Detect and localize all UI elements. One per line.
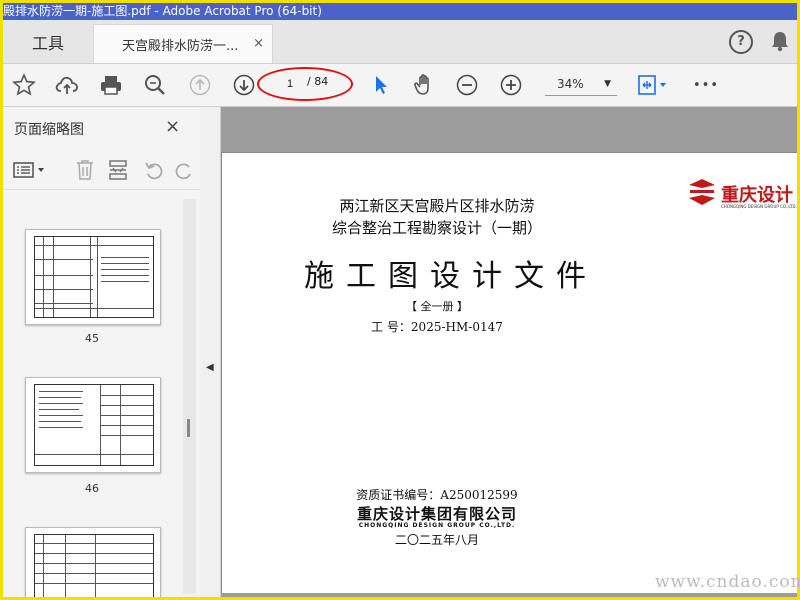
project-title-line1: 两江新区天宫殿片区排水防涝 — [339, 197, 535, 215]
thumbnail-sidebar: 页面缩略图 × 45 46 — [3, 107, 201, 597]
zoom-level-select[interactable]: 34% ▼ — [545, 72, 617, 96]
fit-page-icon[interactable] — [635, 72, 671, 98]
tab-document-label: 天宫殿排水防涝一... — [122, 38, 239, 54]
thumbnail-options-icon[interactable] — [13, 160, 49, 184]
close-tab-icon[interactable]: × — [253, 36, 264, 51]
project-number: 工 号：2025-HM-0147 — [371, 320, 503, 334]
tab-document[interactable]: 天宫殿排水防涝一... × — [93, 24, 273, 63]
chevron-left-icon: ◀ — [206, 362, 214, 373]
bell-icon[interactable] — [770, 30, 790, 56]
print-icon[interactable] — [98, 72, 124, 98]
rotate-clockwise-icon[interactable] — [175, 159, 195, 185]
sidebar-title: 页面缩略图 — [14, 122, 84, 138]
window-title-bar: 殿排水防涝一期-施工图.pdf - Adobe Acrobat Pro (64-… — [3, 3, 797, 20]
bookmark-star-icon[interactable] — [11, 72, 37, 98]
project-title-line2: 综合整治工程勘察设计（一期） — [331, 219, 542, 237]
watermark-bottom: www.cndao.com — [655, 572, 800, 592]
company-name-english: CHONGQING DESIGN GROUP CO.,LTD. — [358, 522, 516, 529]
document-main-title: 施工图设计文件 — [304, 259, 598, 294]
scrollbar-handle[interactable] — [187, 419, 190, 437]
company-logo: 重庆设计 CHONGQING DESIGN GROUP CO.,LTD. — [687, 177, 797, 211]
help-icon[interactable]: ? — [729, 30, 753, 54]
thumbnail-list: 45 46 — [3, 189, 183, 597]
close-sidebar-icon[interactable]: × — [165, 116, 180, 137]
sidebar-collapse-handle[interactable]: ◀ — [200, 107, 221, 597]
thumbnail-page-47[interactable] — [25, 527, 161, 597]
certificate-number: 资质证书编号：A250012599 — [356, 488, 518, 502]
thumbnail-label: 45 — [85, 332, 99, 345]
thumbnail-label: 46 — [85, 482, 99, 495]
sidebar-scrollbar[interactable] — [183, 199, 196, 594]
zoom-level: 34% — [557, 77, 584, 91]
zoom-in-icon[interactable] — [498, 72, 524, 98]
logo-subtext: CHONGQING DESIGN GROUP CO.,LTD. — [721, 204, 797, 209]
search-zoom-icon[interactable] — [142, 72, 168, 98]
tab-tools[interactable]: 工具 — [3, 20, 93, 63]
logo-emblem-icon — [689, 179, 715, 205]
main-toolbar: / 84 34% ▼ ••• — [3, 64, 797, 107]
volume-label: 【 全一册 】 — [406, 300, 468, 313]
cloud-upload-icon[interactable] — [54, 72, 80, 98]
chevron-down-icon: ▼ — [604, 79, 611, 89]
zoom-out-icon[interactable] — [454, 72, 480, 98]
more-tools-icon[interactable]: ••• — [691, 72, 721, 98]
extract-page-icon[interactable] — [107, 159, 129, 185]
select-cursor-icon[interactable] — [368, 72, 394, 98]
rotate-counterclockwise-icon[interactable] — [143, 159, 165, 185]
document-viewer[interactable]: 重庆设计 CHONGQING DESIGN GROUP CO.,LTD. 两江新… — [221, 107, 797, 597]
delete-page-icon[interactable] — [75, 159, 95, 185]
company-name: 重庆设计集团有限公司 — [356, 505, 517, 523]
thumbnail-page-46[interactable] — [25, 377, 161, 473]
tab-bar: 工具 天宫殿排水防涝一... × ? — [3, 20, 797, 64]
hand-tool-icon[interactable] — [411, 72, 437, 98]
thumbnail-page-45[interactable] — [25, 229, 161, 325]
page-navigator: / 84 — [257, 67, 353, 101]
previous-page-icon[interactable] — [187, 72, 213, 98]
highlight-ring — [257, 67, 353, 101]
document-date: 二〇二五年八月 — [394, 533, 479, 547]
document-page: 重庆设计 CHONGQING DESIGN GROUP CO.,LTD. 两江新… — [221, 152, 797, 593]
sidebar-toolbar — [3, 151, 200, 190]
next-page-icon[interactable] — [231, 72, 257, 98]
